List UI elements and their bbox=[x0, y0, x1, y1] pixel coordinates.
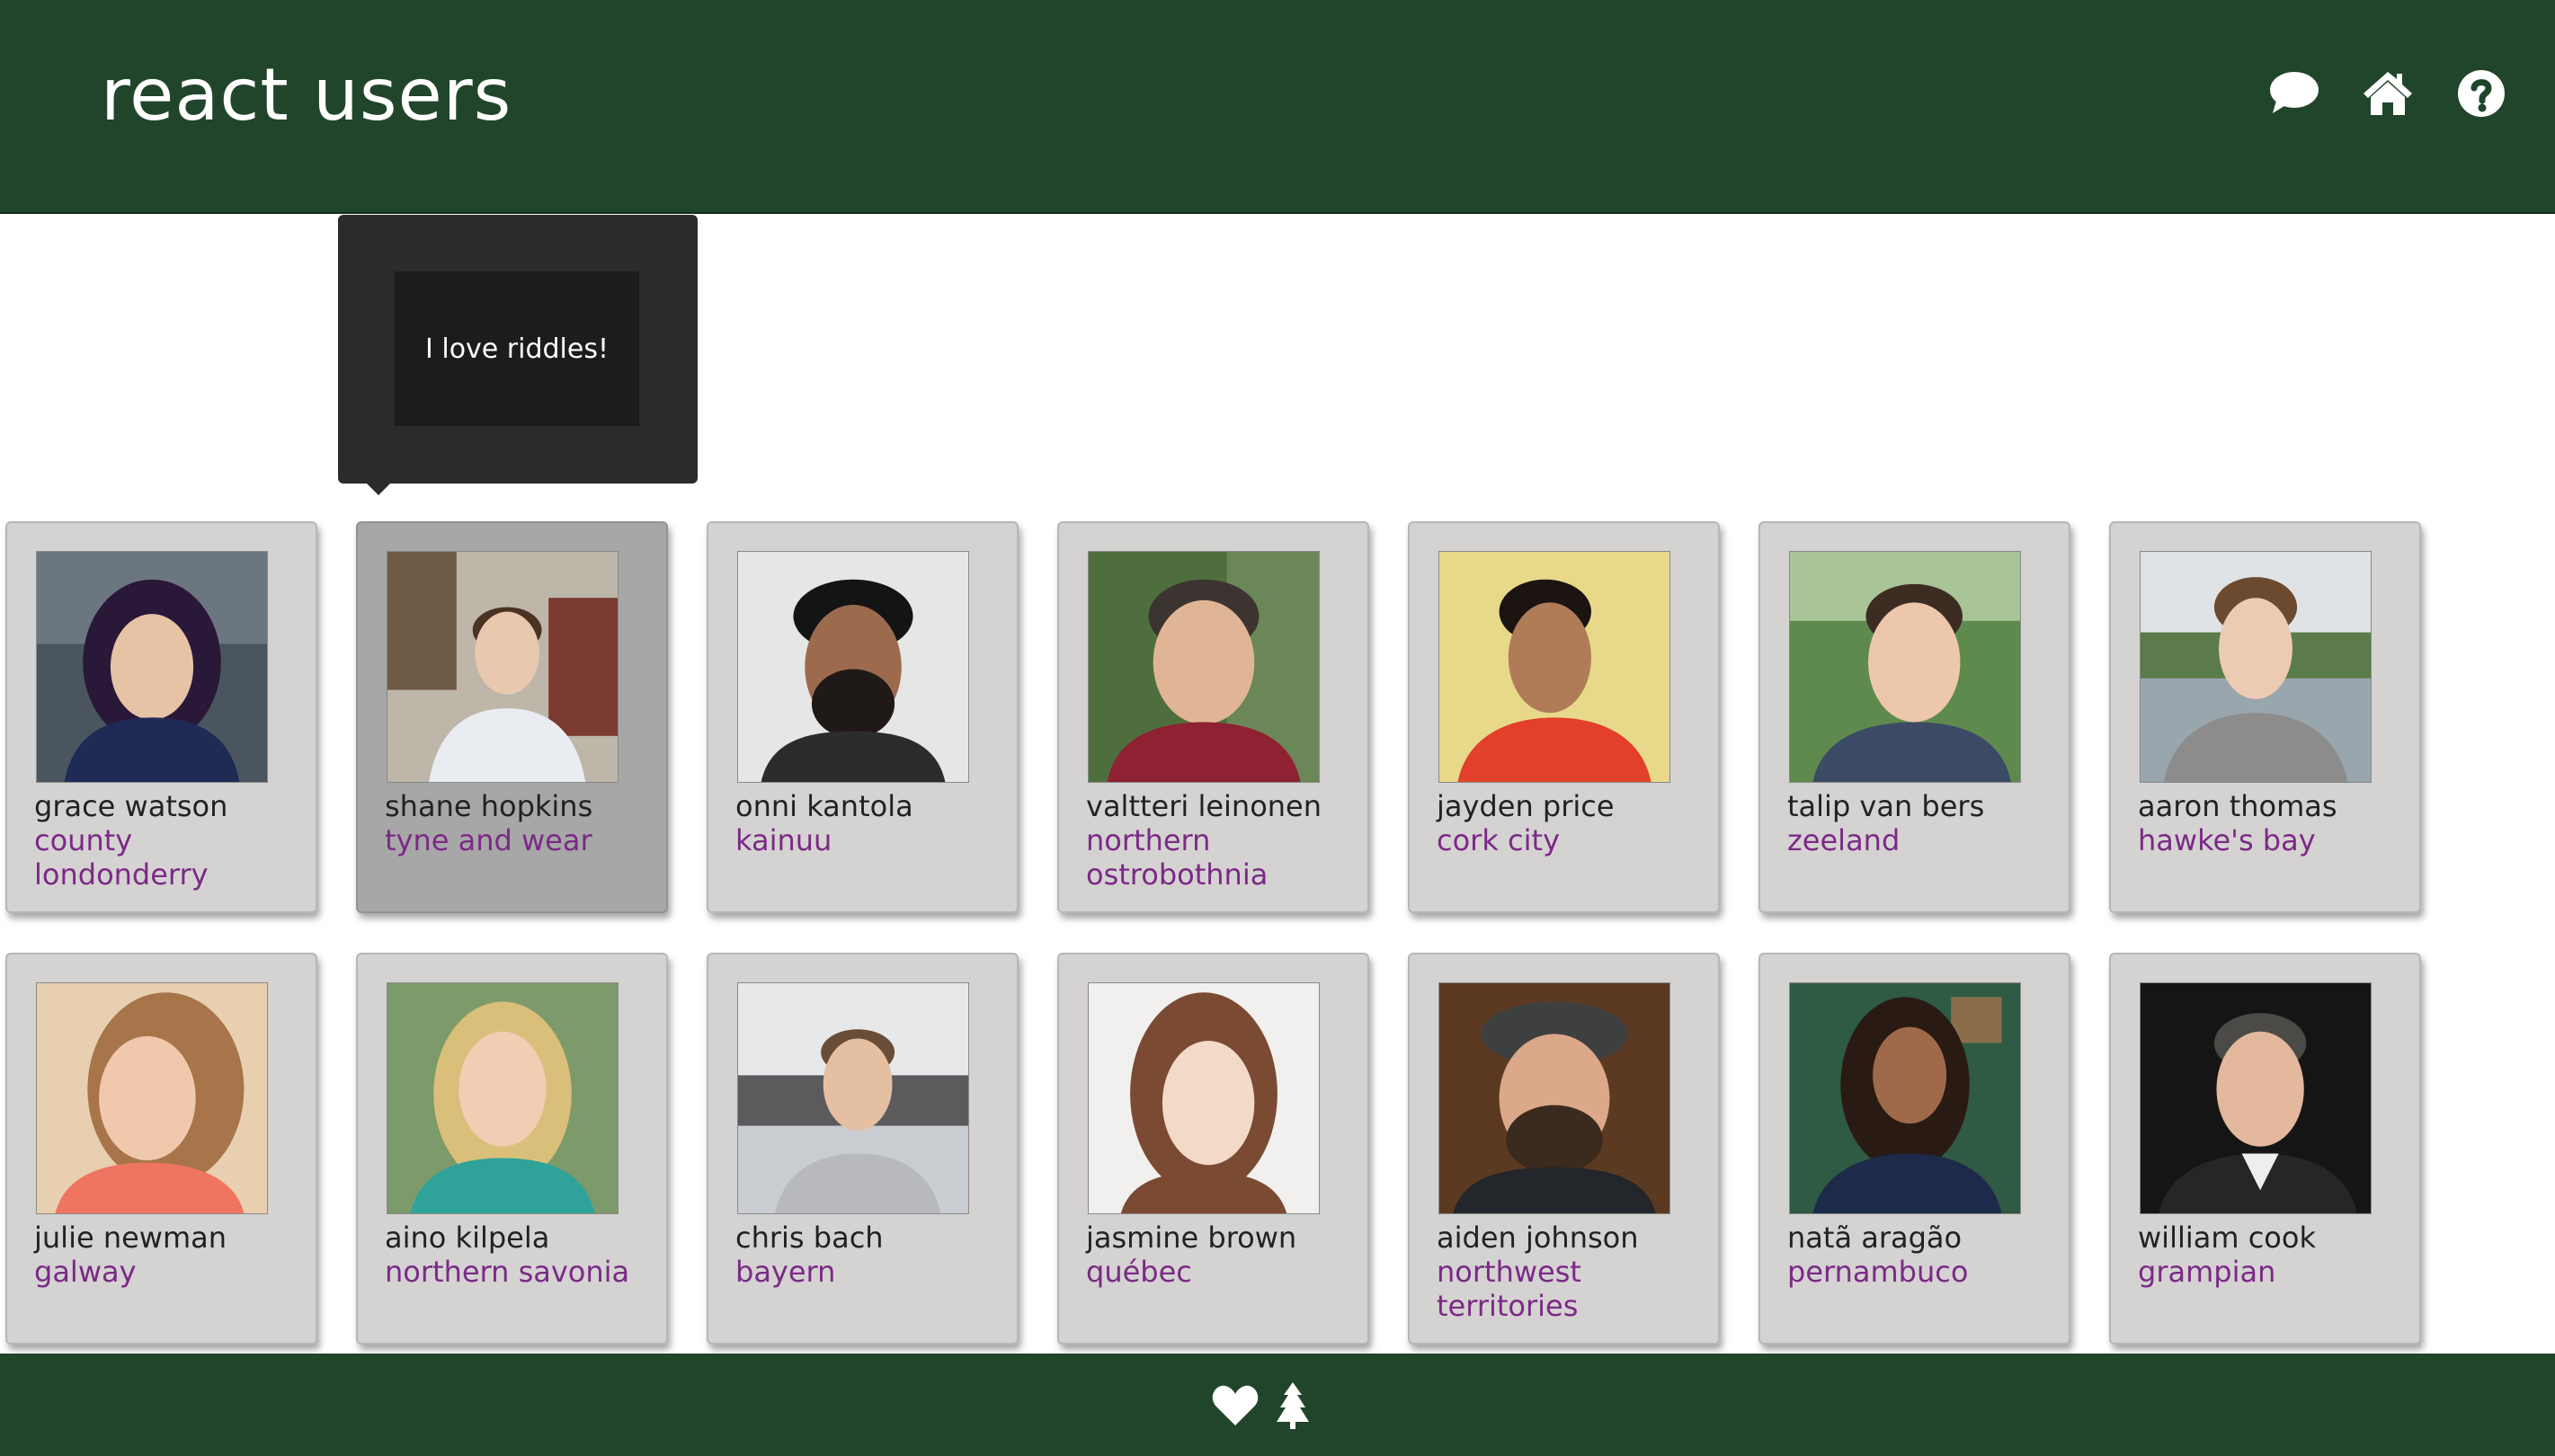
user-card[interactable]: aiden johnson northwest territories bbox=[1408, 953, 1720, 1345]
user-photo bbox=[1789, 982, 2021, 1214]
user-name: chris bach bbox=[735, 1221, 884, 1255]
user-region[interactable]: kainuu bbox=[735, 823, 1005, 857]
user-card[interactable]: jayden price cork city bbox=[1408, 521, 1720, 913]
user-photo bbox=[2140, 551, 2372, 783]
user-name: jasmine brown bbox=[1086, 1221, 1297, 1255]
user-card[interactable]: shane hopkins tyne and wear bbox=[356, 521, 668, 913]
app-title: react users bbox=[101, 53, 512, 137]
user-photo bbox=[1789, 551, 2021, 783]
tree-icon[interactable] bbox=[1275, 1381, 1311, 1431]
user-card[interactable]: chris bach bayern bbox=[707, 953, 1019, 1345]
user-photo bbox=[387, 982, 619, 1214]
user-name: onni kantola bbox=[735, 789, 913, 823]
user-name: natã aragão bbox=[1787, 1221, 1963, 1255]
user-region[interactable]: bayern bbox=[735, 1255, 1005, 1289]
user-region[interactable]: county londonderry bbox=[34, 823, 304, 892]
user-region[interactable]: québec bbox=[1086, 1255, 1356, 1289]
user-region[interactable]: zeeland bbox=[1787, 823, 2057, 857]
user-photo bbox=[1438, 982, 1670, 1214]
user-name: shane hopkins bbox=[385, 789, 593, 823]
user-name: jayden price bbox=[1437, 789, 1615, 823]
user-card[interactable]: aino kilpela northern savonia bbox=[356, 953, 668, 1345]
user-photo bbox=[36, 982, 268, 1214]
user-card[interactable]: jasmine brown québec bbox=[1057, 953, 1369, 1345]
user-photo bbox=[36, 551, 268, 783]
user-photo bbox=[1088, 551, 1320, 783]
user-region[interactable]: northern savonia bbox=[385, 1255, 654, 1289]
home-icon[interactable] bbox=[2361, 67, 2415, 120]
user-name: talip van bers bbox=[1787, 789, 1985, 823]
user-name: aaron thomas bbox=[2138, 789, 2337, 823]
user-photo bbox=[1088, 982, 1320, 1214]
user-region[interactable]: cork city bbox=[1437, 823, 1706, 857]
user-photo bbox=[737, 551, 969, 783]
help-icon[interactable] bbox=[2454, 67, 2508, 120]
user-photo bbox=[1438, 551, 1670, 783]
user-region[interactable]: pernambuco bbox=[1787, 1255, 2057, 1289]
user-region[interactable]: northwest territories bbox=[1437, 1255, 1706, 1323]
user-name: valtteri leinonen bbox=[1086, 789, 1322, 823]
user-card[interactable]: natã aragão pernambuco bbox=[1758, 953, 2070, 1345]
user-region[interactable]: grampian bbox=[2138, 1255, 2408, 1289]
comment-icon[interactable] bbox=[2267, 67, 2321, 120]
user-photo bbox=[387, 551, 619, 783]
user-card[interactable]: onni kantola kainuu bbox=[707, 521, 1019, 913]
user-card[interactable]: valtteri leinonen northern ostrobothnia bbox=[1057, 521, 1369, 913]
tooltip-text: I love riddles! bbox=[395, 271, 639, 426]
user-name: aiden johnson bbox=[1437, 1221, 1639, 1255]
user-photo bbox=[737, 982, 969, 1214]
user-region[interactable]: hawke's bay bbox=[2138, 823, 2408, 857]
tooltip-arrow bbox=[366, 483, 391, 495]
user-name: grace watson bbox=[34, 789, 228, 823]
user-name: julie newman bbox=[34, 1221, 227, 1255]
user-name: aino kilpela bbox=[385, 1221, 550, 1255]
user-card[interactable]: grace watson county londonderry bbox=[5, 521, 317, 913]
app-header: react users bbox=[0, 0, 2555, 214]
user-name: william cook bbox=[2138, 1221, 2316, 1255]
user-photo bbox=[2140, 982, 2372, 1214]
user-tooltip: I love riddles! bbox=[338, 215, 698, 484]
user-card[interactable]: william cook grampian bbox=[2109, 953, 2421, 1345]
user-region[interactable]: northern ostrobothnia bbox=[1086, 823, 1356, 892]
user-card[interactable]: aaron thomas hawke's bay bbox=[2109, 521, 2421, 913]
heart-icon[interactable] bbox=[1210, 1381, 1260, 1431]
user-card[interactable]: julie newman galway bbox=[5, 953, 317, 1345]
user-region[interactable]: tyne and wear bbox=[385, 823, 654, 857]
user-card[interactable]: talip van bers zeeland bbox=[1758, 521, 2070, 913]
user-region[interactable]: galway bbox=[34, 1255, 304, 1289]
app-footer bbox=[0, 1354, 2555, 1456]
